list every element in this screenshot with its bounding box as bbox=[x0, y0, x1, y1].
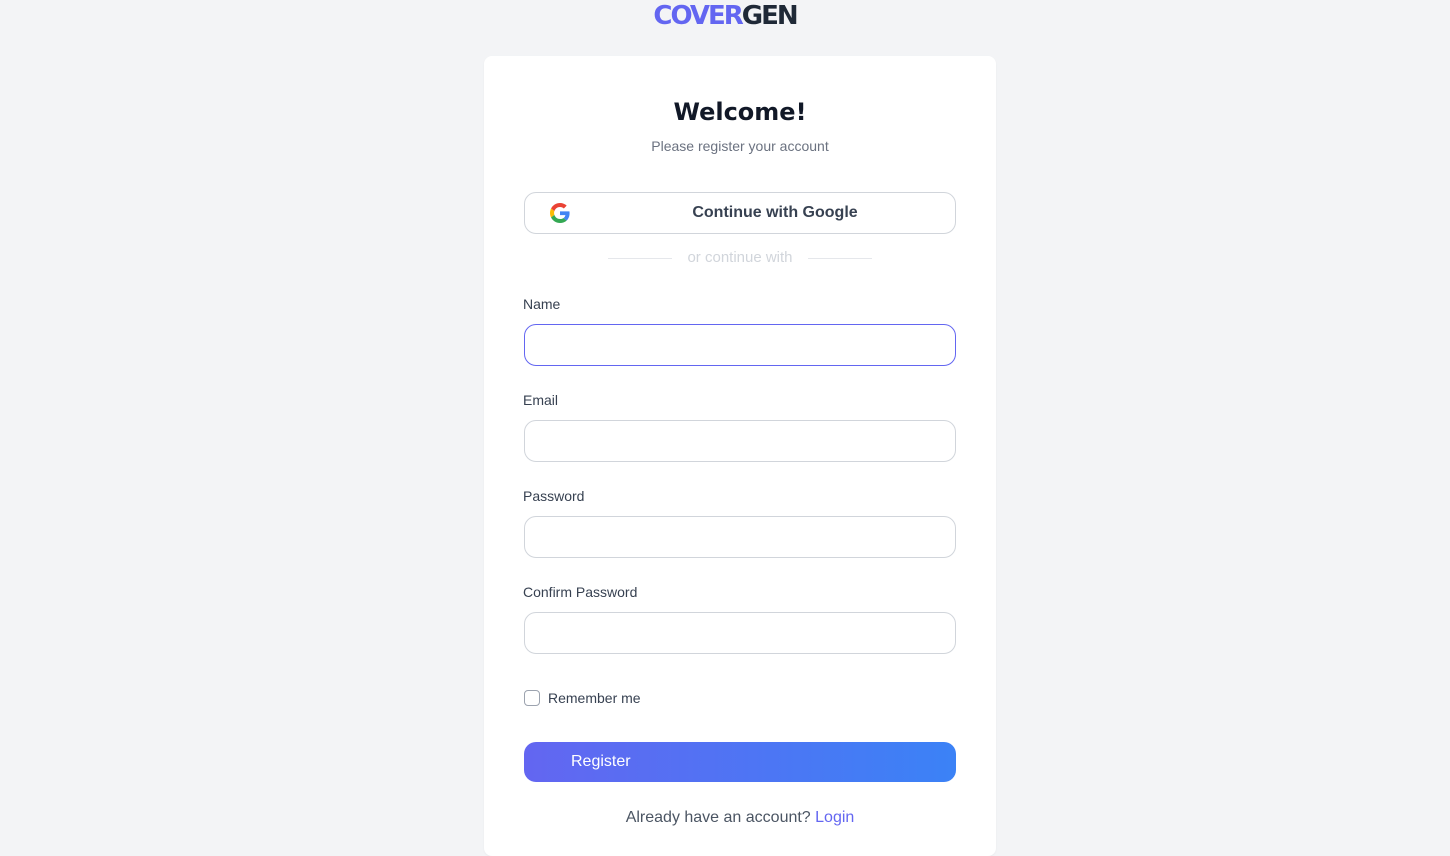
register-card: Welcome! Please register your account Co… bbox=[484, 56, 996, 856]
password-input[interactable] bbox=[524, 516, 956, 558]
page-subtitle: Please register your account bbox=[651, 138, 829, 154]
google-signin-label: Continue with Google bbox=[692, 204, 858, 221]
brand-logo: COVERGEN bbox=[0, 1, 1450, 31]
password-label: Password bbox=[523, 488, 585, 504]
register-button-label: Register bbox=[571, 753, 631, 770]
confirm-password-input[interactable] bbox=[524, 612, 956, 654]
login-prompt: Already have an account? Login bbox=[484, 808, 996, 828]
email-input[interactable] bbox=[524, 420, 956, 462]
brand-logo-part2: GEN bbox=[741, 1, 799, 31]
register-button[interactable]: Register bbox=[524, 742, 956, 782]
name-label: Name bbox=[523, 296, 561, 312]
login-link[interactable]: Login bbox=[815, 809, 854, 826]
google-signin-button[interactable]: Continue with Google bbox=[524, 192, 956, 234]
divider-line-right bbox=[808, 258, 872, 259]
or-divider: or continue with bbox=[608, 248, 872, 268]
remember-me-checkbox[interactable] bbox=[524, 690, 540, 706]
email-label: Email bbox=[523, 392, 559, 408]
page-title: Welcome! bbox=[673, 98, 807, 126]
login-prompt-text: Already have an account? bbox=[625, 809, 816, 826]
remember-me-label[interactable]: Remember me bbox=[548, 689, 641, 707]
brand-logo-part1: COVER bbox=[653, 1, 743, 31]
confirm-password-label: Confirm Password bbox=[523, 584, 638, 600]
name-input[interactable] bbox=[524, 324, 956, 366]
